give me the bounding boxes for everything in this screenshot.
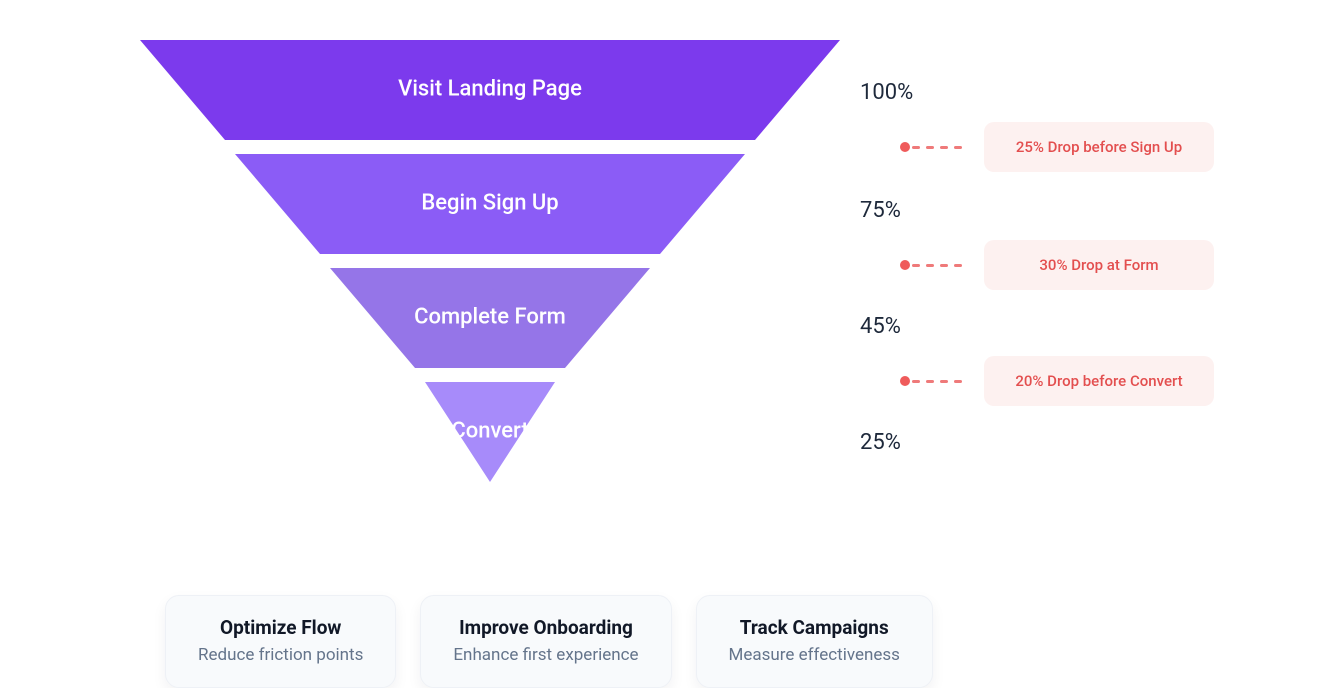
card-title: Improve Onboarding: [453, 616, 638, 639]
drop-badge: 25% Drop before Sign Up: [984, 122, 1214, 172]
dash-icon: [912, 264, 962, 267]
drop-indicator-0: 25% Drop before Sign Up: [900, 122, 1214, 172]
card-subtitle: Reduce friction points: [198, 645, 363, 665]
funnel-segment: [140, 40, 840, 140]
funnel-chart: Visit Landing Page Begin Sign Up Complet…: [140, 40, 1200, 560]
dash-icon: [912, 146, 962, 149]
insight-cards-row: Optimize Flow Reduce friction points Imp…: [165, 595, 933, 688]
dash-icon: [912, 380, 962, 383]
insight-card[interactable]: Track Campaigns Measure effectiveness: [696, 595, 933, 688]
dot-icon: [900, 376, 910, 386]
stage-percent: 100%: [860, 80, 913, 105]
funnel-segment: [235, 154, 745, 254]
funnel-segment: [330, 268, 650, 368]
drop-indicator-2: 20% Drop before Convert: [900, 356, 1214, 406]
card-title: Track Campaigns: [729, 616, 900, 639]
insight-card[interactable]: Optimize Flow Reduce friction points: [165, 595, 396, 688]
funnel-stage-2: Complete Form: [140, 268, 840, 368]
funnel-stage-0: Visit Landing Page: [140, 40, 840, 140]
card-title: Optimize Flow: [198, 616, 363, 639]
stage-percent: 75%: [860, 198, 901, 223]
funnel-column: Visit Landing Page Begin Sign Up Complet…: [140, 40, 840, 496]
drop-badge: 30% Drop at Form: [984, 240, 1214, 290]
drop-indicator-1: 30% Drop at Form: [900, 240, 1214, 290]
card-subtitle: Measure effectiveness: [729, 645, 900, 665]
funnel-stage-1: Begin Sign Up: [140, 154, 840, 254]
drop-badge: 20% Drop before Convert: [984, 356, 1214, 406]
stage-percent: 45%: [860, 314, 901, 339]
stage-percent: 25%: [860, 430, 901, 455]
funnel-segment: [425, 382, 555, 482]
funnel-stage-3: Convert: [140, 382, 840, 482]
dot-icon: [900, 142, 910, 152]
card-subtitle: Enhance first experience: [453, 645, 638, 665]
insight-card[interactable]: Improve Onboarding Enhance first experie…: [420, 595, 671, 688]
dot-icon: [900, 260, 910, 270]
